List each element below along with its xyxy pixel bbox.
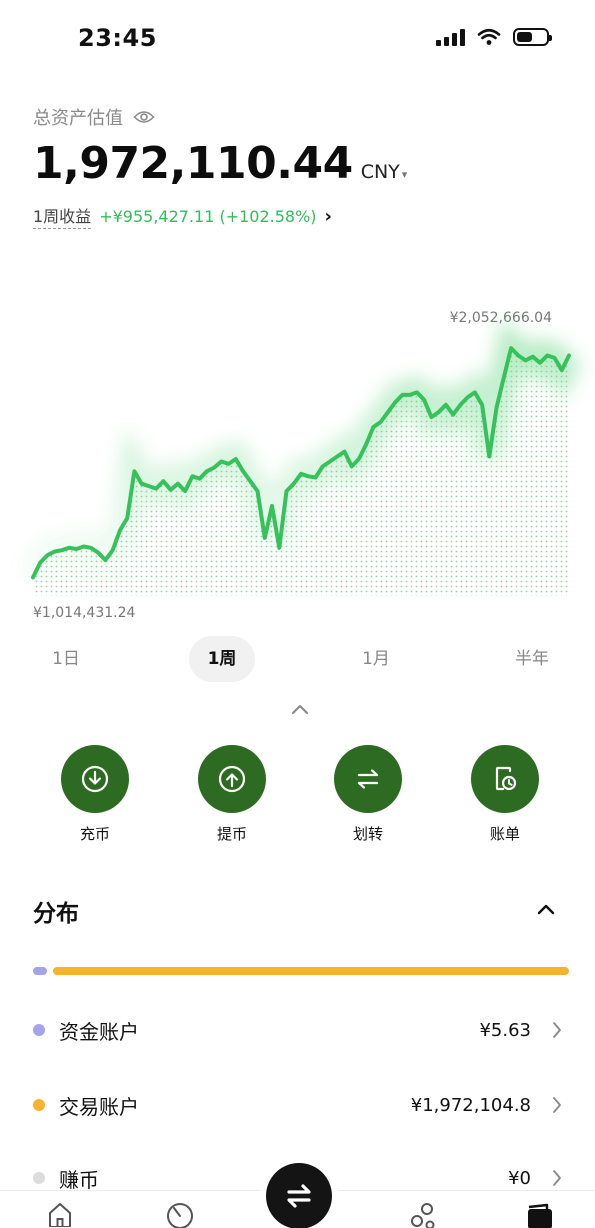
chevron-right-icon <box>553 1097 561 1113</box>
transfer-icon <box>357 769 379 789</box>
account-amount: ¥1,972,104.8 <box>410 1094 531 1116</box>
currency-selector[interactable]: CNY ▾ <box>361 161 408 183</box>
account-color-dot <box>33 1172 45 1184</box>
chevron-up-icon[interactable] <box>289 700 311 718</box>
assets-icon <box>528 1203 552 1228</box>
status-time: 23:45 <box>78 24 157 52</box>
period-gain-value: +¥955,427.11 (+102.58%) <box>99 206 317 226</box>
chevron-up-icon[interactable] <box>535 900 557 918</box>
account-name: 交易账户 <box>59 1094 139 1119</box>
bill-button[interactable]: 账单 <box>460 745 550 844</box>
nav-assets[interactable] <box>525 1201 555 1228</box>
total-asset-label: 总资产估值 <box>33 108 123 129</box>
status-bar: 23:45 <box>0 0 595 80</box>
period-gain-row[interactable]: 1周收益 +¥955,427.11 (+102.58%) › <box>33 203 332 229</box>
tab-6m[interactable]: 半年 <box>500 636 564 682</box>
nav-markets[interactable] <box>165 1201 195 1228</box>
distribution-bar <box>33 967 569 975</box>
trade-icon <box>287 1184 311 1208</box>
action-buttons: 充币 提币 划转 账单 <box>0 745 595 845</box>
signal-icon <box>436 28 465 46</box>
distribution-bar-trading <box>53 967 569 975</box>
nav-home[interactable] <box>45 1201 75 1228</box>
wifi-icon <box>477 28 501 45</box>
account-amount: ¥0 <box>508 1167 531 1189</box>
total-asset-value: 1,972,110.44 CNY ▾ <box>33 138 407 189</box>
asset-chart: ¥2,052,666.04 ¥1,014,431.24 <box>0 300 595 630</box>
withdraw-icon <box>218 765 246 793</box>
eye-icon[interactable] <box>133 109 155 125</box>
account-row-trading[interactable]: 交易账户 ¥1,972,104.8 <box>33 1085 563 1125</box>
deposit-label: 充币 <box>79 825 110 843</box>
distribution-title: 分布 <box>33 901 79 927</box>
chevron-right-icon: › <box>324 205 332 227</box>
account-row-funding[interactable]: 资金账户 ¥5.63 <box>33 1010 563 1050</box>
deposit-button[interactable]: 充币 <box>50 745 140 844</box>
total-asset-amount: 1,972,110.44 <box>33 138 353 189</box>
chevron-right-icon <box>553 1170 561 1186</box>
nav-discover[interactable] <box>408 1201 438 1228</box>
total-asset-label-row: 总资产估值 <box>33 104 155 130</box>
chart-min-label: ¥1,014,431.24 <box>33 605 136 621</box>
currency-label: CNY <box>360 161 400 183</box>
battery-icon <box>513 28 552 46</box>
transfer-label: 划转 <box>352 825 383 843</box>
tab-1w[interactable]: 1周 <box>189 636 255 682</box>
period-gain-label: 1周收益 <box>33 203 92 229</box>
transfer-button[interactable]: 划转 <box>323 745 413 844</box>
discover-icon <box>411 1203 435 1228</box>
withdraw-label: 提币 <box>216 825 247 843</box>
chevron-right-icon <box>553 1022 561 1038</box>
battery-level <box>517 32 533 42</box>
deposit-icon <box>81 765 109 793</box>
range-tabs: 1日 1周 1月 半年 <box>0 636 595 682</box>
bill-icon <box>495 766 517 791</box>
account-name: 资金账户 <box>59 1019 139 1044</box>
account-color-dot <box>33 1099 45 1111</box>
account-amount: ¥5.63 <box>479 1019 531 1041</box>
nav-trade[interactable] <box>266 1163 332 1228</box>
markets-icon <box>167 1203 193 1228</box>
caret-down-icon: ▾ <box>401 168 408 181</box>
account-color-dot <box>33 1024 45 1036</box>
status-icons <box>436 28 552 46</box>
withdraw-button[interactable]: 提币 <box>187 745 277 844</box>
tab-1d[interactable]: 1日 <box>36 636 96 682</box>
distribution-bar-funding <box>33 967 47 975</box>
asset-line-chart <box>19 318 583 596</box>
tab-1m[interactable]: 1月 <box>346 636 406 682</box>
home-icon <box>49 1203 71 1227</box>
bill-label: 账单 <box>489 825 520 843</box>
